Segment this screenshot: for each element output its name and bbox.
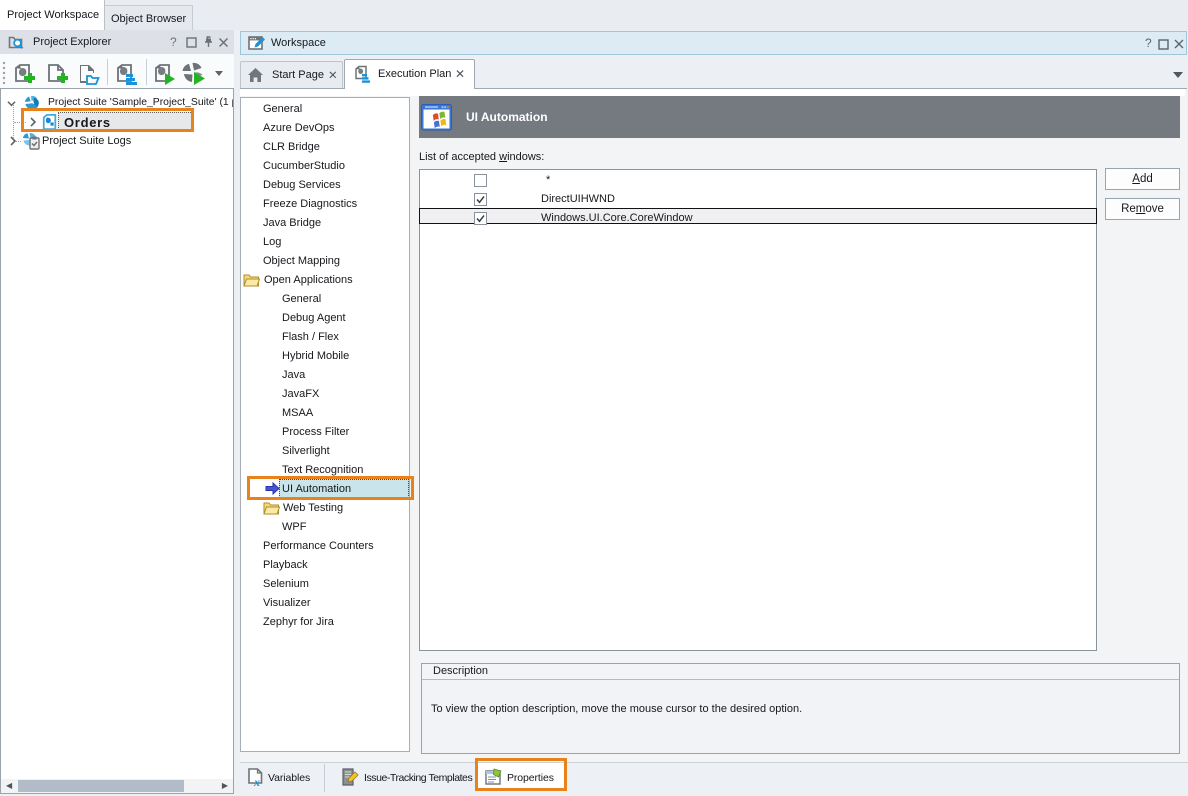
svg-text:x: x	[253, 775, 260, 787]
